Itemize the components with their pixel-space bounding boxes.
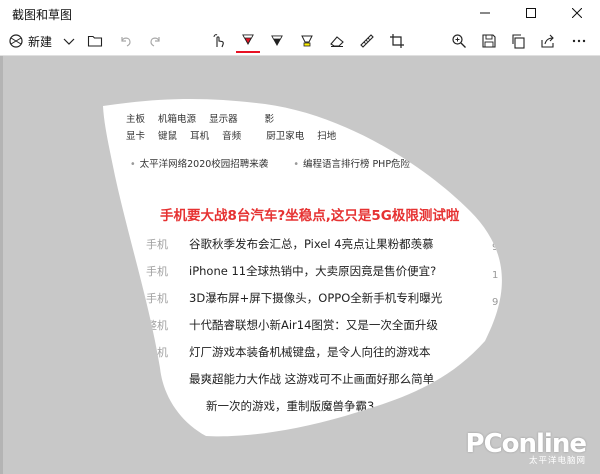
ruler-icon: [360, 34, 374, 48]
headline: 手机要大战8台汽车?坐稳点,这只是5G极限测试啦: [160, 208, 460, 224]
new-snip-dropdown[interactable]: [60, 29, 78, 53]
zoom-icon: [452, 34, 466, 48]
eraser-icon: [330, 36, 344, 47]
news-category: 手机: [146, 238, 168, 251]
touch-writing-icon: [213, 34, 224, 48]
news-title: 灯厂游戏本装备机械键盘，是令人向往的游戏本: [189, 345, 431, 359]
pencil-button[interactable]: [266, 29, 288, 53]
nav-item: 音频: [222, 131, 242, 142]
link-item: 太平洋网络2020校园招聘来袭: [139, 159, 269, 170]
undo-icon: [121, 37, 131, 47]
side-mark: 9: [492, 297, 499, 308]
redo-icon: [150, 37, 160, 47]
more-icon: [572, 39, 586, 43]
close-icon: [572, 8, 582, 18]
share-button[interactable]: [537, 29, 559, 53]
link-item: 编程语言排行榜 PHP危险: [302, 159, 411, 170]
chevron-down-icon: [63, 38, 75, 45]
nav-row-1: 主板 机箱电源 显示器 影: [126, 111, 284, 125]
open-file-button[interactable]: [85, 29, 105, 53]
close-button[interactable]: [554, 0, 600, 26]
nav-item: 主板: [126, 114, 146, 125]
highlighter-icon: [301, 35, 313, 47]
share-icon: [541, 34, 554, 48]
news-title: 新一次的游戏，重制版魔兽争霸3: [206, 399, 375, 413]
copy-button[interactable]: [507, 29, 529, 53]
redo-button[interactable]: [145, 29, 165, 53]
copy-icon: [512, 34, 525, 49]
news-title: iPhone 11全球热销中，大卖原因竟是售价便宜?: [189, 264, 437, 278]
ballpoint-pen-icon: [242, 34, 254, 46]
nav-item: 耳机: [190, 131, 210, 142]
undo-button[interactable]: [116, 29, 136, 53]
links-row: • 太平洋网络2020校园招聘来袭 • 编程语言排行榜 PHP危险: [130, 156, 410, 170]
crop-button[interactable]: [386, 29, 408, 53]
minimize-button[interactable]: [462, 0, 508, 26]
nav-item: 扫地: [317, 131, 337, 142]
nav-item: 显卡: [126, 131, 146, 142]
zoom-button[interactable]: [448, 29, 470, 53]
title-bar: 截图和草图: [0, 0, 600, 26]
save-icon: [482, 34, 496, 48]
bullet-icon: •: [293, 159, 299, 170]
crop-icon: [390, 34, 404, 48]
news-title: 3D瀑布屏+屏下摄像头，OPPO全新手机专利曝光: [189, 291, 443, 305]
nav-item: 显示器: [209, 114, 238, 125]
nav-row-2: 显卡 键鼠 耳机 音频 厨卫家电 扫地: [126, 128, 346, 142]
pencil-icon: [271, 35, 283, 47]
more-options-button[interactable]: [568, 29, 590, 53]
toolbar: 新建: [0, 26, 600, 56]
news-category: 手机: [146, 265, 168, 278]
maximize-icon: [526, 8, 536, 18]
new-snip-icon: [9, 34, 23, 48]
ruler-button[interactable]: [356, 29, 378, 53]
new-snip-label: 新建: [28, 34, 53, 49]
eraser-button[interactable]: [326, 29, 348, 53]
watermark-logo: PConline 太平洋电脑网: [466, 429, 587, 466]
nav-item: 机箱电源: [158, 114, 197, 125]
folder-icon: [87, 35, 103, 47]
news-title: 最爽超能力大作战 这游戏可不止画面好那么简单: [189, 372, 435, 386]
window-title: 截图和草图: [12, 8, 73, 22]
new-snip-button[interactable]: 新建: [8, 29, 56, 53]
minimize-icon: [480, 12, 490, 14]
side-mark: 1: [492, 270, 499, 281]
maximize-button[interactable]: [508, 0, 554, 26]
nav-item: 键鼠: [158, 131, 178, 142]
highlighter-button[interactable]: [296, 29, 318, 53]
snip-canvas[interactable]: 主板 机箱电源 显示器 影 显卡 键鼠 耳机 音频 厨卫家电 扫地 • 太平洋网络…: [0, 56, 600, 474]
news-title: 谷歌秋季发布会汇总，Pixel 4亮点让果粉都羡慕: [189, 237, 434, 251]
ballpoint-pen-button[interactable]: [236, 29, 260, 53]
save-button[interactable]: [478, 29, 500, 53]
news-category: 手机: [146, 292, 168, 305]
touch-writing-button[interactable]: [208, 29, 230, 53]
nav-item: 影: [264, 114, 275, 125]
bullet-icon: •: [130, 159, 136, 170]
news-title: 十代酷睿联想小新Air14图赏：又是一次全面升级: [189, 318, 438, 332]
nav-item: 厨卫家电: [266, 131, 305, 142]
